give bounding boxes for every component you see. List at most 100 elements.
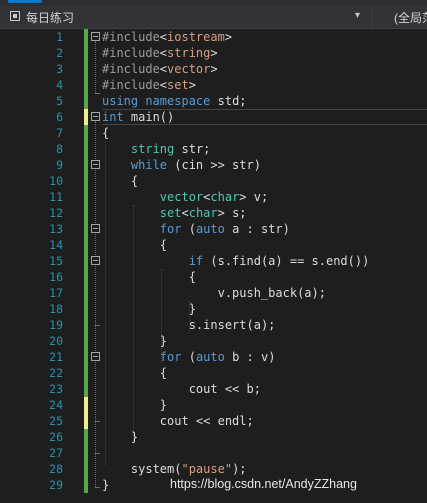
- code-line[interactable]: #include<iostream>: [102, 29, 427, 45]
- saved-change-marker: [84, 317, 88, 333]
- code-line[interactable]: int main(): [102, 109, 427, 125]
- saved-change-marker: [84, 285, 88, 301]
- code-line[interactable]: cout << b;: [102, 381, 427, 397]
- line-number: 5: [56, 94, 63, 108]
- line-number: 29: [49, 478, 63, 492]
- code-line[interactable]: using namespace std;: [102, 93, 427, 109]
- saved-change-marker: [84, 429, 88, 445]
- saved-change-marker: [84, 301, 88, 317]
- saved-change-marker: [84, 477, 88, 493]
- line-number: 15: [49, 254, 63, 268]
- line-number: 19: [49, 318, 63, 332]
- line-number: 21: [49, 350, 63, 364]
- saved-change-marker: [84, 349, 88, 365]
- code-line[interactable]: #include<set>: [102, 77, 427, 93]
- line-number: 16: [49, 270, 63, 284]
- outline-line: [95, 121, 97, 487]
- outline-end-tick: [95, 487, 100, 488]
- saved-change-marker: [84, 269, 88, 285]
- saved-change-marker: [84, 45, 88, 61]
- code-line[interactable]: cout << endl;: [102, 413, 427, 429]
- line-number: 10: [49, 174, 63, 188]
- line-number: 12: [49, 206, 63, 220]
- unsaved-change-marker: [84, 397, 88, 413]
- line-number: 13: [49, 222, 63, 236]
- code-line[interactable]: }: [102, 429, 427, 445]
- code-line[interactable]: string str;: [102, 141, 427, 157]
- unsaved-change-marker: [84, 109, 88, 125]
- outline-end-tick: [95, 421, 100, 422]
- code-line[interactable]: vector<char> v;: [102, 189, 427, 205]
- code-line[interactable]: {: [102, 269, 427, 285]
- code-line[interactable]: #include<vector>: [102, 61, 427, 77]
- code-line[interactable]: {: [102, 173, 427, 189]
- saved-change-marker: [84, 381, 88, 397]
- code-editor[interactable]: 1 2 3 4 5 6 7 8 9 10 11 12 13 14 15 16 17 18 19 20 21 22 23 24 2…: [0, 29, 427, 503]
- chevron-down-icon: ▾: [355, 10, 361, 21]
- saved-change-marker: [84, 93, 88, 109]
- project-dropdown[interactable]: 每日练习 ▾: [0, 6, 373, 28]
- saved-change-marker: [84, 205, 88, 221]
- saved-change-marker: [84, 221, 88, 237]
- line-number: 7: [56, 126, 63, 140]
- code-line[interactable]: {: [102, 365, 427, 381]
- code-line[interactable]: system("pause");: [102, 461, 427, 477]
- saved-change-marker: [84, 253, 88, 269]
- active-tab-accent: [8, 0, 42, 3]
- line-number: 1: [56, 30, 63, 44]
- saved-change-marker: [84, 189, 88, 205]
- collapse-main-icon[interactable]: [91, 112, 100, 121]
- line-number: 4: [56, 78, 63, 92]
- saved-change-marker: [84, 29, 88, 45]
- line-number: 6: [56, 110, 63, 124]
- collapse-for-icon[interactable]: [91, 352, 100, 361]
- saved-change-marker: [84, 173, 88, 189]
- code-line[interactable]: {: [102, 237, 427, 253]
- line-number: 8: [56, 142, 63, 156]
- code-line[interactable]: }: [102, 301, 427, 317]
- code-line[interactable]: s.insert(a);: [102, 317, 427, 333]
- code-line[interactable]: set<char> s;: [102, 205, 427, 221]
- scope-dropdown[interactable]: (全局范: [374, 6, 427, 28]
- line-number: 9: [56, 158, 63, 172]
- code-text-area[interactable]: #include<iostream> #include<string> #inclu…: [102, 29, 427, 493]
- collapse-include-block-icon[interactable]: [91, 32, 100, 41]
- code-line[interactable]: for (auto a : str): [102, 221, 427, 237]
- saved-change-marker: [84, 461, 88, 477]
- collapse-for-icon[interactable]: [91, 224, 100, 233]
- outline-end-tick: [95, 453, 100, 454]
- line-number: 20: [49, 334, 63, 348]
- line-number: 26: [49, 430, 63, 444]
- line-number: 24: [49, 398, 63, 412]
- code-line[interactable]: #include<string>: [102, 45, 427, 61]
- line-number: 28: [49, 462, 63, 476]
- line-number: 17: [49, 286, 63, 300]
- navigation-bar: 每日练习 ▾ (全局范: [0, 6, 427, 29]
- code-line[interactable]: for (auto b : v): [102, 349, 427, 365]
- saved-change-marker: [84, 365, 88, 381]
- code-line[interactable]: if (s.find(a) == s.end()): [102, 253, 427, 269]
- saved-change-marker: [84, 125, 88, 141]
- code-line[interactable]: while (cin >> str): [102, 157, 427, 173]
- saved-change-marker: [84, 157, 88, 173]
- line-number: 18: [49, 302, 63, 316]
- outline-line: [95, 41, 97, 93]
- collapse-if-icon[interactable]: [91, 256, 100, 265]
- line-number: 23: [49, 382, 63, 396]
- saved-change-marker: [84, 333, 88, 349]
- project-name: 每日练习: [26, 11, 75, 25]
- collapse-while-icon[interactable]: [91, 160, 100, 169]
- code-line[interactable]: }: [102, 397, 427, 413]
- outline-end-tick: [95, 93, 100, 94]
- code-line[interactable]: }: [102, 333, 427, 349]
- change-tracking-margin: [84, 29, 88, 493]
- saved-change-marker: [84, 61, 88, 77]
- code-line[interactable]: [102, 445, 427, 461]
- scope-label: (全局范: [394, 11, 427, 25]
- saved-change-marker: [84, 237, 88, 253]
- line-number: 22: [49, 366, 63, 380]
- line-number: 2: [56, 46, 63, 60]
- line-number: 27: [49, 446, 63, 460]
- code-line[interactable]: {: [102, 125, 427, 141]
- code-line[interactable]: v.push_back(a);: [102, 285, 427, 301]
